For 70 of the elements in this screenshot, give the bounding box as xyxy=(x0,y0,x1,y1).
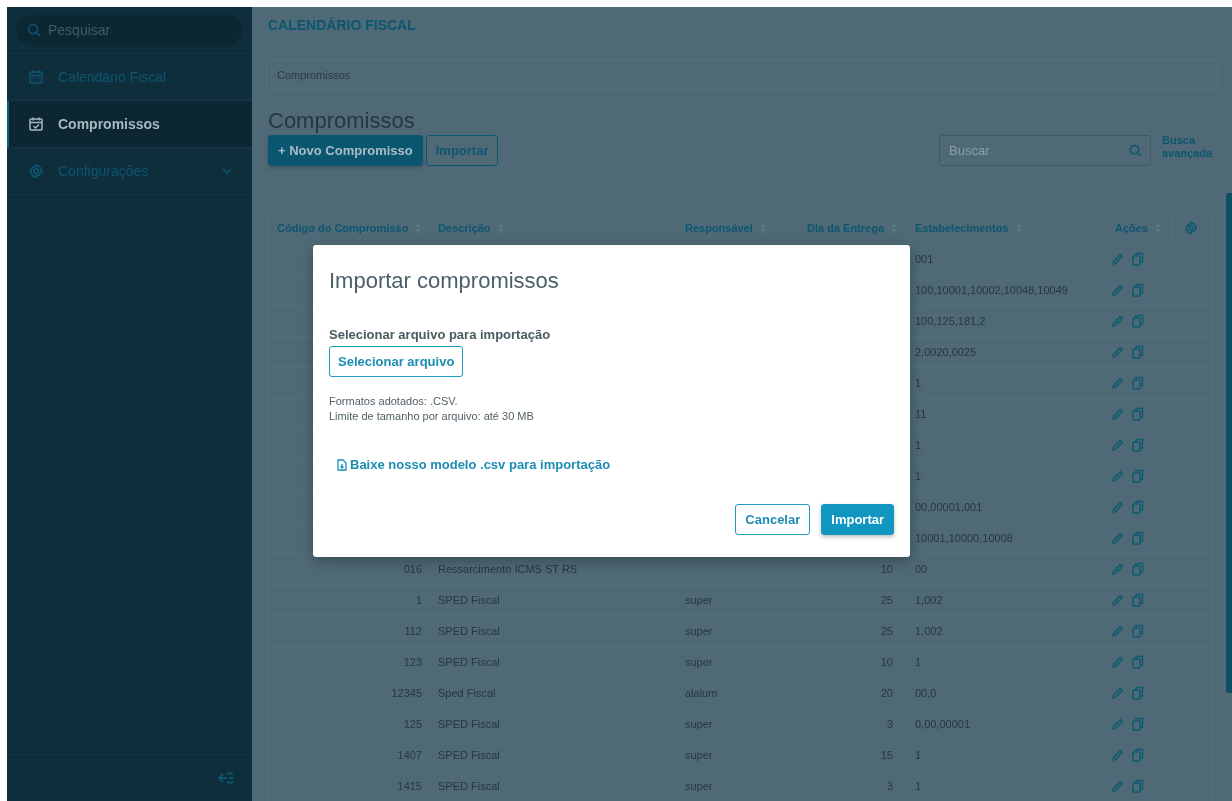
copy-icon[interactable] xyxy=(1132,252,1144,266)
dialog-title: Importar compromissos xyxy=(329,268,560,294)
column-header[interactable]: Código do Compromisso xyxy=(277,222,409,234)
table-cell: 10001,10000,10008 xyxy=(915,532,1013,544)
edit-icon[interactable] xyxy=(1111,252,1124,266)
copy-icon[interactable] xyxy=(1132,531,1144,545)
calendar-icon xyxy=(28,69,44,85)
copy-icon[interactable] xyxy=(1132,469,1144,483)
search-icon xyxy=(1129,144,1142,157)
column-header[interactable]: Descrição xyxy=(438,222,491,234)
hint-text: Formatos adotados: .CSV. xyxy=(329,394,459,409)
search-icon xyxy=(27,23,41,37)
collapse-menu-icon[interactable] xyxy=(218,772,234,784)
column-header[interactable]: Ações xyxy=(1114,222,1148,234)
edit-icon[interactable] xyxy=(1111,593,1124,607)
column-header[interactable]: Responsável xyxy=(685,222,753,234)
table-cell: 11 xyxy=(915,408,927,420)
copy-icon[interactable] xyxy=(1132,562,1144,576)
edit-icon[interactable] xyxy=(1111,531,1124,545)
table-cell: 00,00001,001 xyxy=(915,501,983,513)
edit-icon[interactable] xyxy=(1111,283,1124,297)
edit-icon[interactable] xyxy=(1111,314,1124,328)
edit-icon[interactable] xyxy=(1111,686,1124,700)
edit-icon[interactable] xyxy=(1111,562,1124,576)
copy-icon[interactable] xyxy=(1132,717,1144,731)
cancel-button[interactable]: Cancelar xyxy=(735,504,811,535)
edit-icon[interactable] xyxy=(1111,469,1124,483)
settings-icon[interactable] xyxy=(1183,221,1198,235)
edit-icon[interactable] xyxy=(1111,500,1124,514)
field-label: Selecionar arquivo para importação xyxy=(329,327,552,342)
table-cell: 001 xyxy=(915,253,934,265)
copy-icon[interactable] xyxy=(1132,500,1144,514)
scrollbar-thumb[interactable] xyxy=(1226,193,1232,693)
search-field[interactable]: Buscar xyxy=(939,135,1151,166)
copy-icon[interactable] xyxy=(1132,748,1144,762)
edit-icon[interactable] xyxy=(1111,655,1124,669)
copy-icon[interactable] xyxy=(1132,407,1144,421)
copy-icon[interactable] xyxy=(1132,655,1144,669)
edit-icon[interactable] xyxy=(1111,779,1124,793)
app-title: CALENDÁRIO FISCAL xyxy=(268,17,416,33)
copy-icon[interactable] xyxy=(1132,779,1144,793)
new-commitment-button[interactable]: + Novo Compromisso xyxy=(268,135,423,166)
settings-icon xyxy=(28,163,44,179)
edit-icon[interactable] xyxy=(1111,717,1124,731)
copy-icon[interactable] xyxy=(1132,686,1144,700)
edit-icon[interactable] xyxy=(1111,748,1124,762)
calendar-check-icon xyxy=(28,116,44,132)
copy-icon[interactable] xyxy=(1132,376,1144,390)
table-cell: 100,10001,10002,10048,10049 xyxy=(915,284,1068,296)
import-button[interactable]: Importar xyxy=(425,135,499,166)
copy-icon[interactable] xyxy=(1132,624,1144,638)
import-button[interactable]: Importar xyxy=(821,504,894,535)
edit-icon[interactable] xyxy=(1111,376,1124,390)
hint-text: Limite de tamanho por arquivo: até 30 MB xyxy=(329,409,535,424)
column-header[interactable]: Estabelecimentos xyxy=(915,222,1009,234)
copy-icon[interactable] xyxy=(1132,345,1144,359)
sidebar-item[interactable]: Compromissos xyxy=(7,101,252,148)
copy-icon[interactable] xyxy=(1132,314,1144,328)
download-template-link[interactable]: Baixe nosso modelo .csv para importação xyxy=(350,457,611,472)
select-file-button[interactable]: Selecionar arquivo xyxy=(329,346,464,377)
edit-icon[interactable] xyxy=(1111,345,1124,359)
copy-icon[interactable] xyxy=(1132,283,1144,297)
file-download-icon[interactable] xyxy=(337,458,347,471)
advanced-search-link[interactable]: Busca avançada xyxy=(1162,134,1218,160)
copy-icon[interactable] xyxy=(1132,593,1144,607)
copy-icon[interactable] xyxy=(1132,438,1144,452)
column-header[interactable]: Dia da Entrega xyxy=(807,222,885,234)
edit-icon[interactable] xyxy=(1111,407,1124,421)
edit-icon[interactable] xyxy=(1111,438,1124,452)
edit-icon[interactable] xyxy=(1111,624,1124,638)
